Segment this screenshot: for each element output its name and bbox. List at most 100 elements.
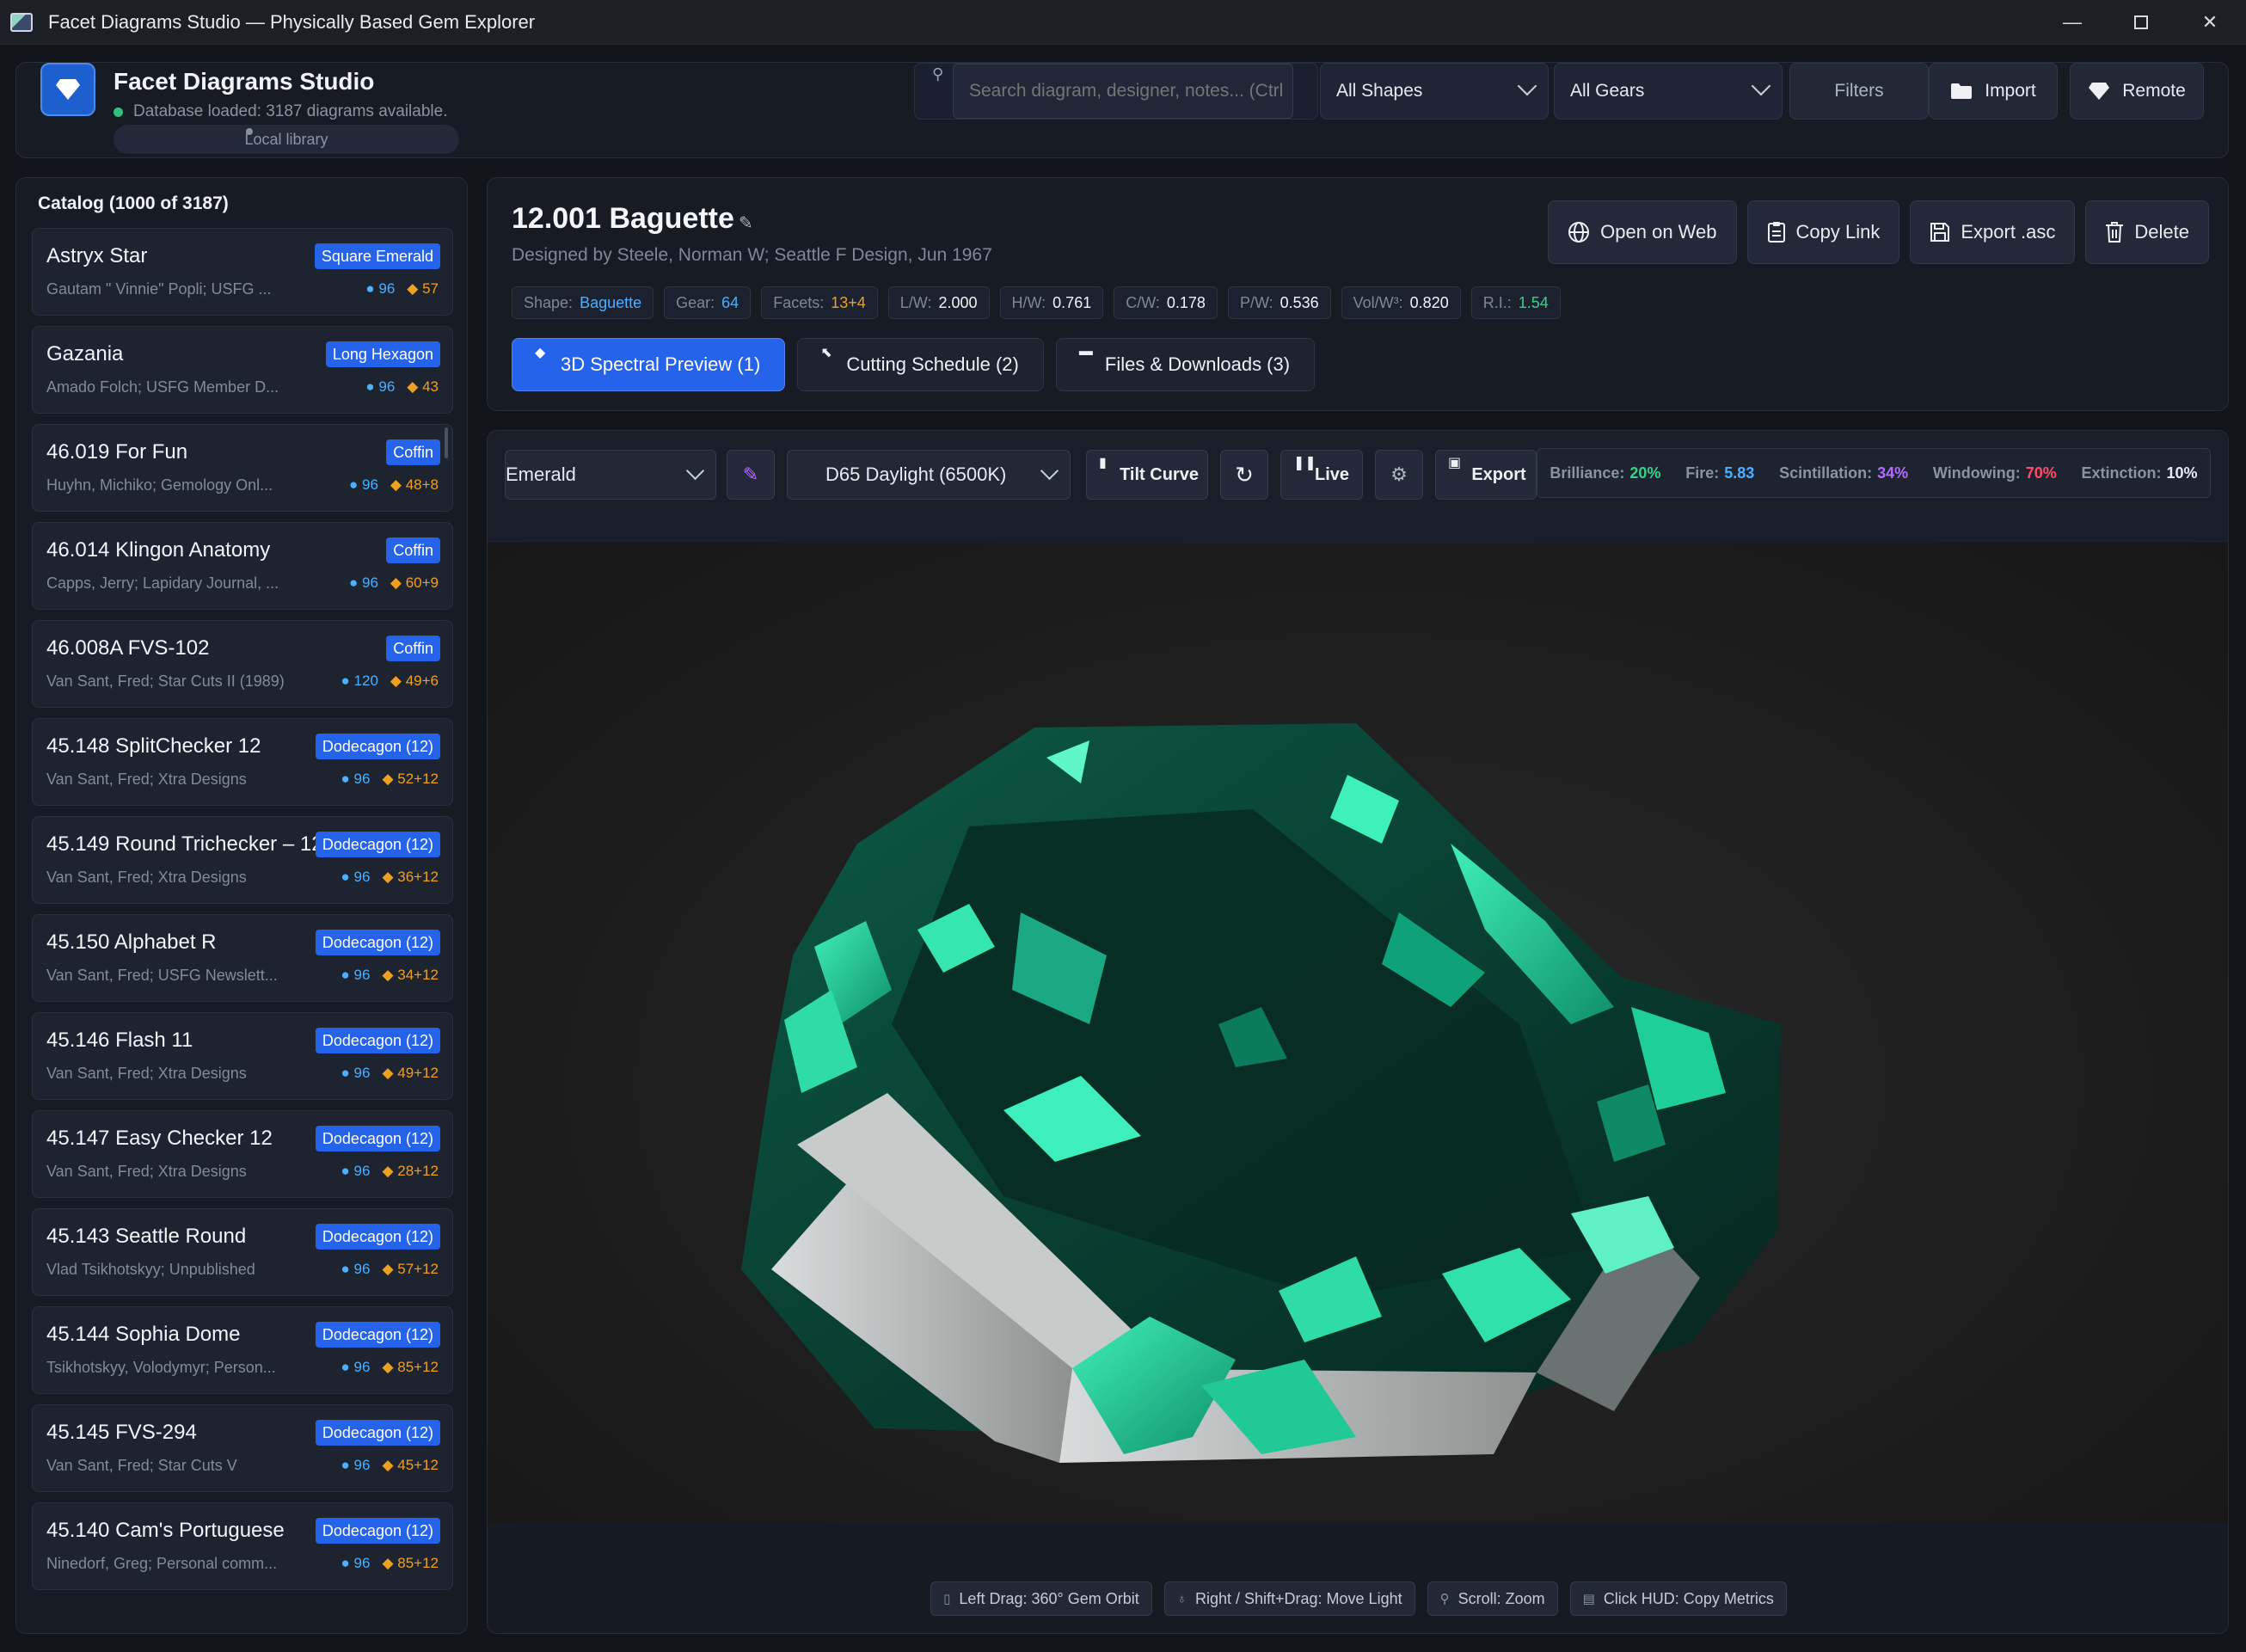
export-button[interactable]: ▣ Export <box>1435 450 1537 500</box>
gear-dot-icon: ● <box>341 1065 354 1081</box>
minimize-icon: — <box>2063 11 2082 33</box>
gear-count: ● 96 <box>341 1065 371 1082</box>
catalog-item[interactable]: Gazania Amado Folch; USFG Member D... Long… <box>32 326 453 414</box>
spec-value: 64 <box>721 293 739 311</box>
gear-value: 96 <box>353 967 371 983</box>
diamond-logo-icon <box>56 79 80 100</box>
facet-value: 45+12 <box>397 1457 439 1473</box>
shape-badge: Dodecagon (12) <box>315 1126 440 1151</box>
light-select[interactable]: D65 Daylight (6500K) <box>787 450 1071 500</box>
copy-link-button[interactable]: Copy Link <box>1746 200 1900 264</box>
catalog-item-designer: Amado Folch; USFG Member D... <box>46 378 279 396</box>
tilt-curve-button[interactable]: ▮ Tilt Curve <box>1086 450 1208 500</box>
diamond-small-icon: ◆ <box>382 1359 398 1375</box>
facet-count: ◆ 60+9 <box>390 574 439 592</box>
save-icon <box>1930 223 1950 242</box>
diamond-small-icon: ◆ <box>390 672 406 689</box>
gear-count: ● 120 <box>341 672 378 690</box>
tab-files-downloads[interactable]: ▬ Files & Downloads (3) <box>1055 338 1316 391</box>
filters-button[interactable]: Filters <box>1789 63 1929 120</box>
bulb-icon: ♁ <box>1176 1591 1187 1606</box>
rotate-icon: ↻ <box>1235 461 1254 488</box>
gear-value: 96 <box>378 378 396 395</box>
live-button[interactable]: ❚❚ Live <box>1280 450 1363 500</box>
import-button[interactable]: Import <box>1929 63 2058 120</box>
pause-icon: ❚❚ <box>1293 456 1316 470</box>
catalog-item[interactable]: 45.147 Easy Checker 12 Van Sant, Fred; Xt… <box>32 1110 453 1198</box>
shape-filter-select[interactable]: All Shapes <box>1320 63 1549 120</box>
gear-count: ● 96 <box>341 1163 371 1180</box>
diamond-small-icon: ◆ <box>390 574 406 591</box>
hint-label: Right / Shift+Drag: Move Light <box>1194 1589 1402 1607</box>
catalog-item[interactable]: 45.145 FVS-294 Van Sant, Fred; Star Cuts … <box>32 1404 453 1492</box>
app-icon <box>10 12 33 32</box>
app-name: Facet Diagrams Studio <box>114 68 375 95</box>
gear-count: ● 96 <box>365 378 395 396</box>
catalog-item[interactable]: 45.140 Cam's Portuguese Ninedorf, Greg; P… <box>32 1502 453 1590</box>
catalog-scrollbar[interactable] <box>445 427 448 458</box>
catalog-item[interactable]: 46.014 Klingon Anatomy Capps, Jerry; Lapi… <box>32 522 453 610</box>
gear-filter-select[interactable]: All Gears <box>1554 63 1783 120</box>
shape-badge: Dodecagon (12) <box>315 832 440 857</box>
facet-count: ◆ 52+12 <box>382 771 439 788</box>
gem-render-viewport[interactable] <box>488 543 2228 1523</box>
pencil-icon[interactable]: ✎ <box>739 212 753 234</box>
facet-count: ◆ 85+12 <box>382 1555 439 1572</box>
gear-value: 96 <box>353 1359 371 1375</box>
catalog-item-name: 46.008A FVS-102 <box>46 636 210 660</box>
search-input[interactable] <box>953 64 1293 119</box>
gear-dot-icon: ● <box>348 574 362 591</box>
gear-value: 96 <box>361 574 378 591</box>
catalog-item[interactable]: 45.148 SplitChecker 12 Van Sant, Fred; Xt… <box>32 718 453 806</box>
catalog-item-name: Gazania <box>46 342 124 365</box>
export-asc-button[interactable]: Export .asc <box>1910 200 2076 264</box>
catalog-item[interactable]: Astryx Star Gautam " Vinnie" Popli; USFG … <box>32 228 453 316</box>
catalog-item-meta: ● 96 ◆ 34+12 <box>341 967 439 984</box>
catalog-item-name: 45.140 Cam's Portuguese <box>46 1519 285 1542</box>
shape-filter-value: All Shapes <box>1336 81 1423 101</box>
diamond-small-icon: ◆ <box>382 771 398 787</box>
catalog-item[interactable]: 46.019 For Fun Huyhn, Michiko; Gemology O… <box>32 424 453 512</box>
facet-count: ◆ 57 <box>407 280 439 298</box>
gear-dot-icon: ● <box>341 1261 354 1277</box>
catalog-item[interactable]: 45.149 Round Trichecker – 12 Van Sant, Fr… <box>32 816 453 904</box>
catalog-item-name: 45.149 Round Trichecker – 12 <box>46 832 323 856</box>
library-source-pill[interactable]: Local library <box>114 125 459 154</box>
tab-3d-preview[interactable]: ◆ 3D Spectral Preview (1) <box>512 338 786 391</box>
catalog-item-name: 45.146 Flash 11 <box>46 1029 193 1052</box>
catalog-item[interactable]: 45.146 Flash 11 Van Sant, Fred; Xtra Desi… <box>32 1012 453 1100</box>
catalog-item-designer: Van Sant, Fred; Xtra Designs <box>46 869 247 886</box>
metric-extinction: Extinction: 10% <box>2082 464 2198 482</box>
gear-dot-icon: ● <box>348 476 362 493</box>
gear-count: ● 96 <box>341 771 371 788</box>
catalog-item[interactable]: 46.008A FVS-102 Van Sant, Fred; Star Cuts… <box>32 620 453 708</box>
material-select[interactable]: Emerald <box>505 450 716 500</box>
settings-button[interactable]: ⚙ <box>1375 450 1423 500</box>
catalog-item[interactable]: 45.143 Seattle Round Vlad Tsikhotskyy; Un… <box>32 1208 453 1296</box>
minimize-button[interactable]: — <box>2038 0 2107 45</box>
catalog-item-meta: ● 96 ◆ 85+12 <box>341 1555 439 1572</box>
catalog-title: Catalog (1000 of 3187) <box>38 193 229 213</box>
diamond-icon: ◆ <box>535 346 546 360</box>
tab-cutting-schedule[interactable]: ⬉ Cutting Schedule (2) <box>797 338 1044 391</box>
close-button[interactable]: ✕ <box>2175 0 2244 45</box>
catalog-item-designer: Tsikhotskyy, Volodymyr; Person... <box>46 1359 276 1376</box>
spec-ri: R.I.: 1.54 <box>1470 286 1561 319</box>
catalog-item[interactable]: 45.144 Sophia Dome Tsikhotskyy, Volodymyr… <box>32 1306 453 1394</box>
window-title: Facet Diagrams Studio — Physically Based… <box>48 10 536 33</box>
diamond-small-icon: ◆ <box>407 378 423 395</box>
remote-button[interactable]: Remote <box>2070 63 2204 120</box>
save-icon: ▣ <box>1448 456 1462 470</box>
reset-view-button[interactable]: ↻ <box>1220 450 1268 500</box>
spec-lw: L/W: 2.000 <box>887 286 990 319</box>
facet-value: 52+12 <box>397 771 439 787</box>
delete-button[interactable]: Delete <box>2085 200 2209 264</box>
catalog-item-meta: ● 96 ◆ 45+12 <box>341 1457 439 1474</box>
maximize-button[interactable] <box>2107 0 2175 45</box>
tab-label: 3D Spectral Preview (1) <box>561 353 761 375</box>
catalog-item[interactable]: 45.150 Alphabet R Van Sant, Fred; USFG Ne… <box>32 914 453 1002</box>
metrics-hud[interactable]: Brilliance: 20% Fire: 5.83 Scintillation: 3… <box>1537 448 2211 498</box>
metric-value: 5.83 <box>1724 464 1755 482</box>
edit-material-button[interactable]: ✎ <box>727 450 775 500</box>
open-on-web-button[interactable]: Open on Web <box>1548 200 1737 264</box>
